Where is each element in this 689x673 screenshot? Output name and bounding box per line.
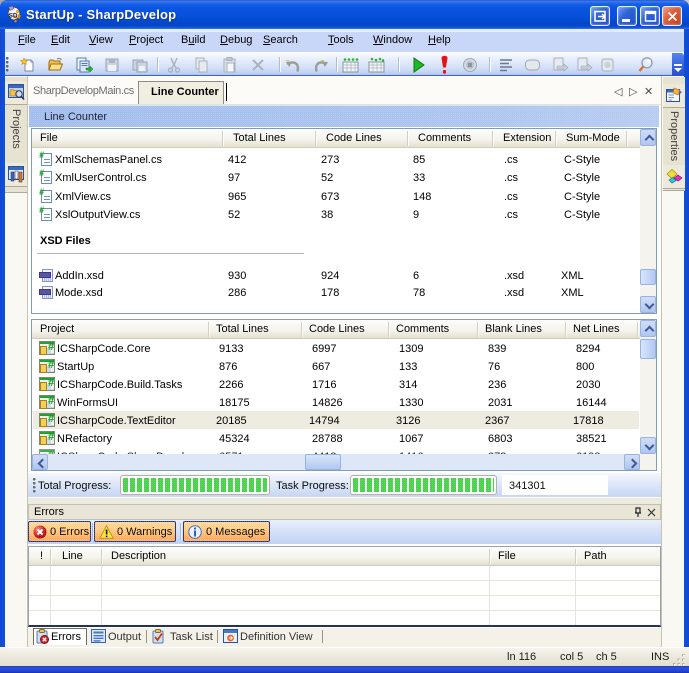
svg-text:SD: SD [9,13,18,20]
